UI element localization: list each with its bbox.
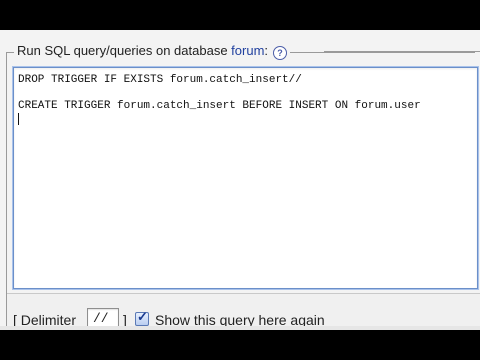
fieldset-legend: Run SQL query/queries on database forum:… (14, 43, 291, 60)
sql-line: CREATE TRIGGER forum.catch_insert BEFORE… (18, 100, 421, 112)
delimiter-input[interactable]: // (87, 308, 119, 328)
show-query-again-checkbox[interactable]: ✓ (135, 309, 149, 326)
letterbox-bottom (0, 330, 480, 360)
letterbox-top (0, 0, 480, 30)
help-icon[interactable]: ? (273, 46, 288, 60)
text-cursor (18, 113, 19, 125)
sql-line: DROP TRIGGER IF EXISTS forum.catch_inser… (18, 74, 302, 86)
legend-suffix: : (264, 43, 269, 58)
database-link[interactable]: forum (231, 43, 264, 58)
legend-prefix: Run SQL query/queries on database (17, 43, 232, 58)
legend-divider (324, 51, 480, 52)
checkmark-icon: ✓ (137, 309, 148, 324)
sql-query-textarea[interactable]: DROP TRIGGER IF EXISTS forum.catch_inser… (13, 67, 478, 289)
sql-query-panel: Run SQL query/queries on database forum:… (0, 30, 480, 331)
